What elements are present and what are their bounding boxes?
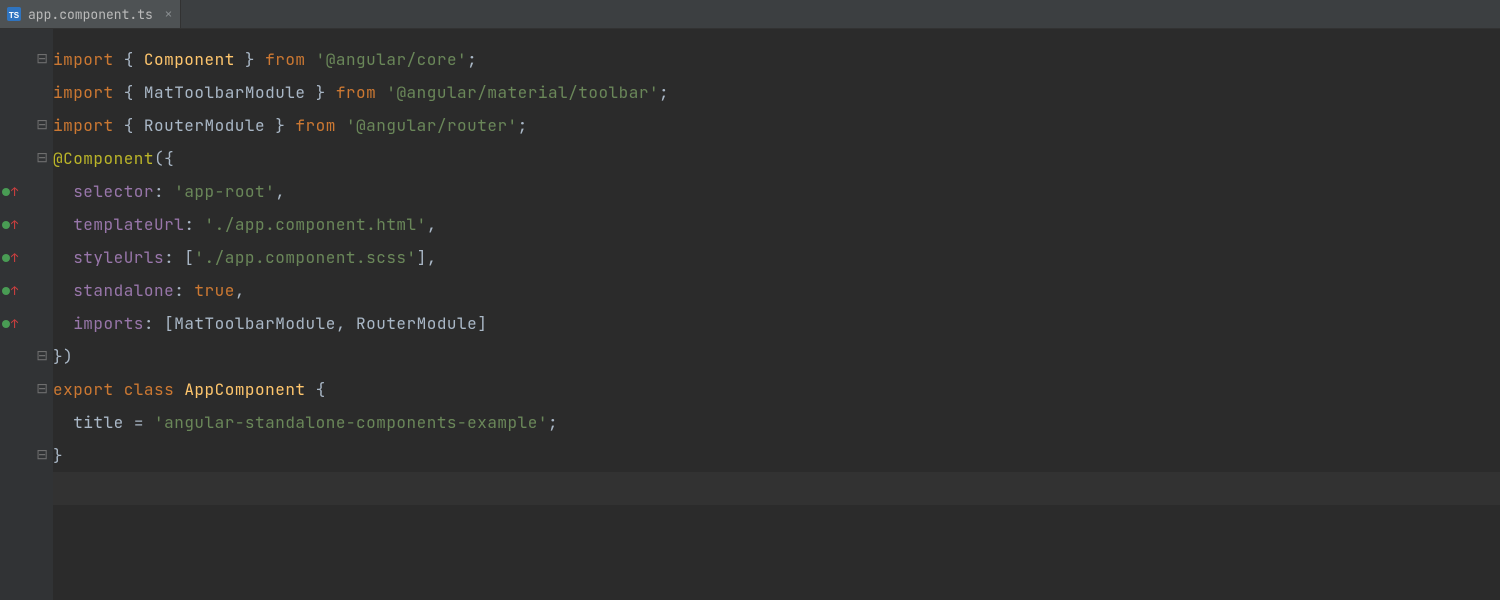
gutter-row[interactable]: ↑: [0, 274, 52, 307]
gutter-row[interactable]: ↑: [0, 208, 52, 241]
editor-tabbar: TS app.component.ts ✕: [0, 0, 1500, 29]
gutter-row[interactable]: [0, 472, 52, 505]
code-area[interactable]: import { Component } from '@angular/core…: [53, 29, 1500, 600]
typescript-file-icon: TS: [6, 6, 22, 22]
gutter-row[interactable]: ↑: [0, 241, 52, 274]
gutter-row[interactable]: ⊟: [0, 109, 52, 142]
editor-gutter[interactable]: ⊟ ⊟ ⊟ ↑ ↑ ↑ ↑ ↑ ⊟ ⊟ ⊟: [0, 29, 53, 600]
gutter-row[interactable]: ⊟: [0, 142, 52, 175]
editor-area: ⊟ ⊟ ⊟ ↑ ↑ ↑ ↑ ↑ ⊟ ⊟ ⊟ import { Component…: [0, 29, 1500, 600]
fold-icon[interactable]: ⊟: [36, 152, 48, 166]
vcs-change-marker-icon[interactable]: ↑: [2, 318, 18, 330]
code-line[interactable]: export class AppComponent {: [53, 373, 1500, 406]
gutter-row[interactable]: ⊟: [0, 439, 52, 472]
code-line[interactable]: selector: 'app-root',: [53, 175, 1500, 208]
gutter-row[interactable]: ↑: [0, 175, 52, 208]
gutter-row[interactable]: ⊟: [0, 43, 52, 76]
vcs-change-marker-icon[interactable]: ↑: [2, 186, 18, 198]
code-line-current[interactable]: [53, 472, 1500, 505]
code-line[interactable]: imports: [MatToolbarModule, RouterModule…: [53, 307, 1500, 340]
code-line[interactable]: standalone: true,: [53, 274, 1500, 307]
fold-icon[interactable]: ⊟: [36, 350, 48, 364]
gutter-row[interactable]: ⊟: [0, 340, 52, 373]
editor-scrollbar[interactable]: [1488, 29, 1500, 600]
code-line[interactable]: import { RouterModule } from '@angular/r…: [53, 109, 1500, 142]
fold-icon[interactable]: ⊟: [36, 383, 48, 397]
gutter-row[interactable]: ⊟: [0, 373, 52, 406]
svg-text:TS: TS: [9, 11, 20, 20]
code-line[interactable]: title = 'angular-standalone-components-e…: [53, 406, 1500, 439]
code-line[interactable]: import { Component } from '@angular/core…: [53, 43, 1500, 76]
tab-filename: app.component.ts: [28, 6, 153, 23]
code-line[interactable]: @Component({: [53, 142, 1500, 175]
fold-icon[interactable]: ⊟: [36, 53, 48, 67]
code-line[interactable]: templateUrl: './app.component.html',: [53, 208, 1500, 241]
close-tab-icon[interactable]: ✕: [165, 6, 172, 22]
gutter-row[interactable]: [0, 406, 52, 439]
code-line[interactable]: styleUrls: ['./app.component.scss'],: [53, 241, 1500, 274]
code-line[interactable]: }): [53, 340, 1500, 373]
fold-icon[interactable]: ⊟: [36, 449, 48, 463]
vcs-change-marker-icon[interactable]: ↑: [2, 219, 18, 231]
code-line[interactable]: }: [53, 439, 1500, 472]
gutter-row[interactable]: ↑: [0, 307, 52, 340]
vcs-change-marker-icon[interactable]: ↑: [2, 285, 18, 297]
gutter-row[interactable]: [0, 76, 52, 109]
code-line[interactable]: import { MatToolbarModule } from '@angul…: [53, 76, 1500, 109]
editor-tab-active[interactable]: TS app.component.ts ✕: [0, 0, 181, 28]
vcs-change-marker-icon[interactable]: ↑: [2, 252, 18, 264]
fold-icon[interactable]: ⊟: [36, 119, 48, 133]
